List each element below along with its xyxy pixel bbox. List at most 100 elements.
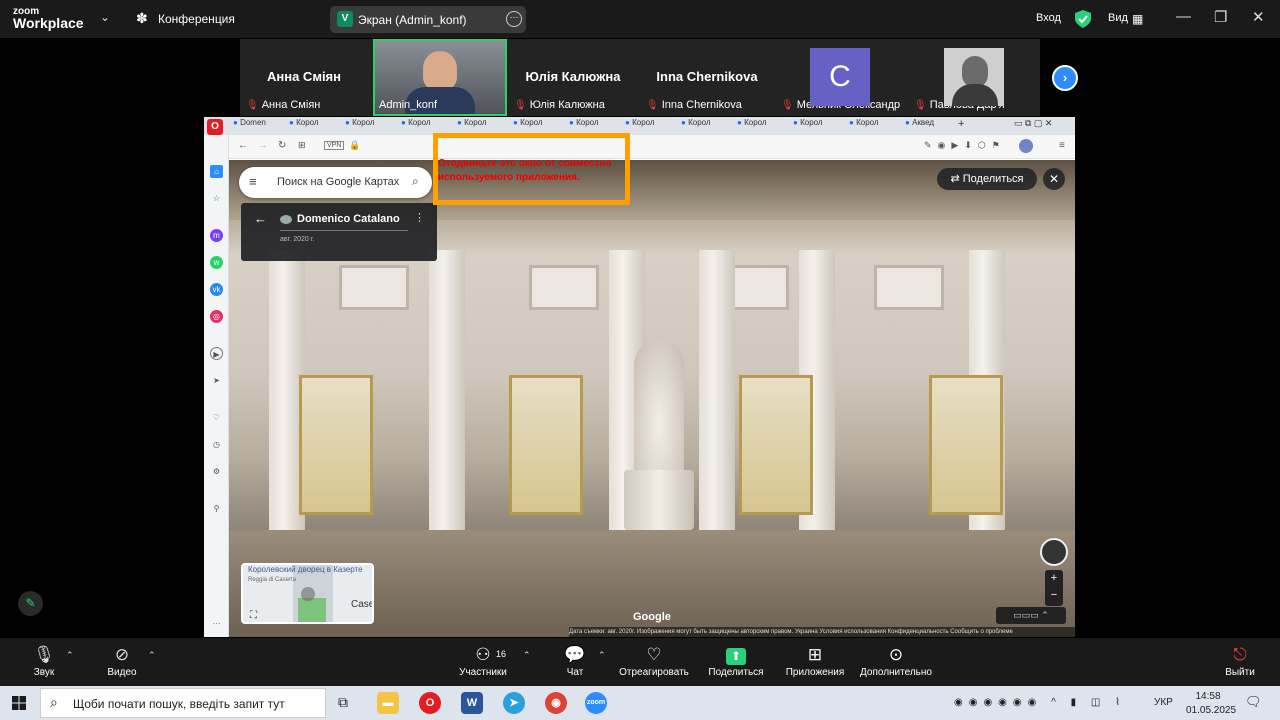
new-tab-icon[interactable]: + (958, 118, 964, 130)
opera-icon[interactable]: O (207, 119, 223, 135)
photo-author[interactable]: Domenico Catalano (297, 213, 400, 225)
history-icon[interactable]: ◷ (210, 438, 223, 451)
chat-button[interactable]: 💬 Чат (555, 643, 595, 678)
photo-date: авг. 2020 г. (280, 236, 315, 243)
browser-tab[interactable]: ● Корол (398, 118, 453, 134)
signin-link[interactable]: Вход (1036, 12, 1061, 24)
profile-avatar[interactable] (1019, 139, 1033, 153)
chevron-up-icon[interactable]: ⌃ (523, 650, 531, 661)
chevron-down-icon[interactable]: ⌄ (100, 10, 110, 24)
opera-icon[interactable]: O (419, 692, 441, 714)
chrome-icon[interactable]: ◉ (545, 692, 567, 714)
pencil-icon[interactable]: ✎ (18, 591, 43, 616)
word-icon[interactable]: W (461, 692, 483, 714)
compass-icon[interactable] (1040, 538, 1068, 566)
browser-tab[interactable]: ● Корол (454, 118, 509, 134)
zoom-taskbar-icon[interactable]: zoom (585, 692, 607, 714)
chevron-up-icon[interactable]: ⌃ (598, 650, 606, 661)
browser-tab[interactable]: ● Корол (734, 118, 789, 134)
back-arrow-icon[interactable]: ← (254, 211, 267, 226)
close-icon[interactable]: ✕ (1252, 8, 1265, 26)
notifications-icon[interactable]: 🗨 (1245, 694, 1262, 710)
imagery-strip[interactable]: ▭▭▭ ⌃ (996, 607, 1066, 624)
participants-button[interactable]: ⚇ Участники (450, 643, 516, 678)
reload-icon[interactable]: ↻ (278, 140, 286, 151)
browser-tab[interactable]: ● Корол (566, 118, 621, 134)
tabs-grid-icon[interactable]: ⊞ (298, 140, 306, 151)
chevron-up-icon[interactable]: ⌃ (66, 650, 74, 661)
leave-button[interactable]: ⎋ Выйти (1218, 643, 1262, 678)
more-vertical-icon[interactable]: ⋮ (414, 211, 425, 224)
next-page-button[interactable]: › (1052, 65, 1078, 91)
messenger-icon[interactable]: m (210, 229, 223, 242)
back-icon[interactable]: ← (238, 140, 248, 151)
share-screen-button[interactable]: ⬆ Поделиться (703, 643, 769, 678)
instagram-icon[interactable]: ◎ (210, 310, 223, 323)
zoom-controls[interactable]: + − (1045, 570, 1063, 606)
view-menu[interactable]: Вид (1108, 12, 1128, 24)
video-button[interactable]: ⊘ Видео (100, 643, 144, 678)
video-label: Видео (107, 667, 137, 678)
react-button[interactable]: ♡ Отреагировать (616, 643, 692, 678)
taskbar-search-input[interactable]: Щоби почати пошук, введіть запит тут (73, 697, 285, 711)
more-icon[interactable]: ··· (210, 617, 223, 630)
participant-tile[interactable]: Анна Сміян 🎙 Анна Сміян (240, 40, 368, 115)
grid-icon[interactable]: ▦ (1132, 12, 1143, 26)
browser-tab[interactable]: ● Корол (286, 118, 341, 134)
window-controls-icon[interactable]: ▭ ⧉ ▢ ✕ (1014, 118, 1052, 129)
tray-icons[interactable]: ◉◉◉◉◉◉ ^ ▮ ◫ ⌇ (954, 697, 1126, 708)
maps-search-input[interactable]: Поиск на Google Картах (277, 176, 399, 188)
tab-label: Корол (856, 118, 879, 127)
heart-icon[interactable]: ♡ (210, 411, 223, 424)
star-icon[interactable]: ☆ (210, 192, 223, 205)
whatsapp-icon[interactable]: w (210, 256, 223, 269)
search-icon: ⌕ (50, 694, 58, 710)
browser-tab[interactable]: ● Корол (846, 118, 901, 134)
menu-icon[interactable]: ≡ (249, 174, 257, 189)
more-options-icon[interactable]: ··· (506, 11, 522, 27)
browser-tab[interactable]: ● Корол (510, 118, 565, 134)
send-icon[interactable]: ➤ (210, 374, 223, 387)
expand-icon[interactable]: ⛶ (250, 610, 257, 621)
toolbar-icons[interactable]: ✎◉▶⬇⬡⚑ (924, 140, 1006, 151)
browser-tab[interactable]: ● Корол (790, 118, 845, 134)
taskbar-clock[interactable]: 14:58 01.05.2025 (1186, 690, 1236, 718)
player-icon[interactable]: ▶ (210, 347, 223, 360)
maps-pin-icon: ● (401, 118, 406, 127)
telegram-icon[interactable]: ➤ (503, 692, 525, 714)
language-indicator[interactable]: УКР (1154, 697, 1173, 708)
conference-menu[interactable]: Конференция (158, 12, 235, 26)
maps-share-button[interactable]: ⇄ Поделиться (937, 168, 1037, 190)
browser-tab[interactable]: ● Корол (622, 118, 677, 134)
photo-body (952, 84, 998, 106)
tab-label: Корол (520, 118, 543, 127)
chevron-up-icon[interactable]: ⌃ (148, 650, 156, 661)
participant-video-tile[interactable]: Admin_konf (373, 39, 507, 116)
shield-icon[interactable] (1075, 10, 1091, 28)
windows-start-icon[interactable] (12, 696, 26, 710)
settings-icon[interactable]: ⚙ (210, 465, 223, 478)
close-street-view-button[interactable]: ✕ (1043, 168, 1065, 190)
browser-tab[interactable]: ● Корол (678, 118, 733, 134)
vpn-badge[interactable]: VPN (324, 141, 345, 150)
participant-tile[interactable]: Inna Chernikova 🎙 Inna Chernikova (640, 40, 774, 115)
browser-tab[interactable]: ● Domen (230, 118, 285, 134)
apps-button[interactable]: ⊞ Приложения (780, 643, 850, 678)
chat-label: Чат (566, 667, 584, 678)
menu-icon[interactable]: ≡ (1059, 140, 1065, 151)
search-icon[interactable]: ⌕ (412, 174, 419, 189)
browser-tab[interactable]: ● Корол (342, 118, 397, 134)
audio-button[interactable]: 🎙 Звук (22, 643, 66, 678)
file-explorer-icon[interactable]: ▬ (377, 692, 399, 714)
minimize-icon[interactable]: — (1176, 8, 1191, 25)
more-button[interactable]: ⊙ Дополнительно (856, 643, 936, 678)
vk-icon[interactable]: vk (210, 283, 223, 296)
pin-icon[interactable]: ⚲ (210, 502, 223, 515)
task-view-icon[interactable]: ⧉ (338, 694, 348, 711)
home-icon[interactable]: ⌂ (210, 165, 223, 178)
participant-tile[interactable]: Юлія Калюжна 🎙 Юлія Калюжна (508, 40, 638, 115)
restore-icon[interactable]: ❐ (1214, 8, 1227, 26)
browser-tab[interactable]: ● Аквед (902, 118, 957, 134)
forward-icon[interactable]: → (258, 140, 268, 151)
mic-off-icon: 🎙 (246, 100, 259, 111)
